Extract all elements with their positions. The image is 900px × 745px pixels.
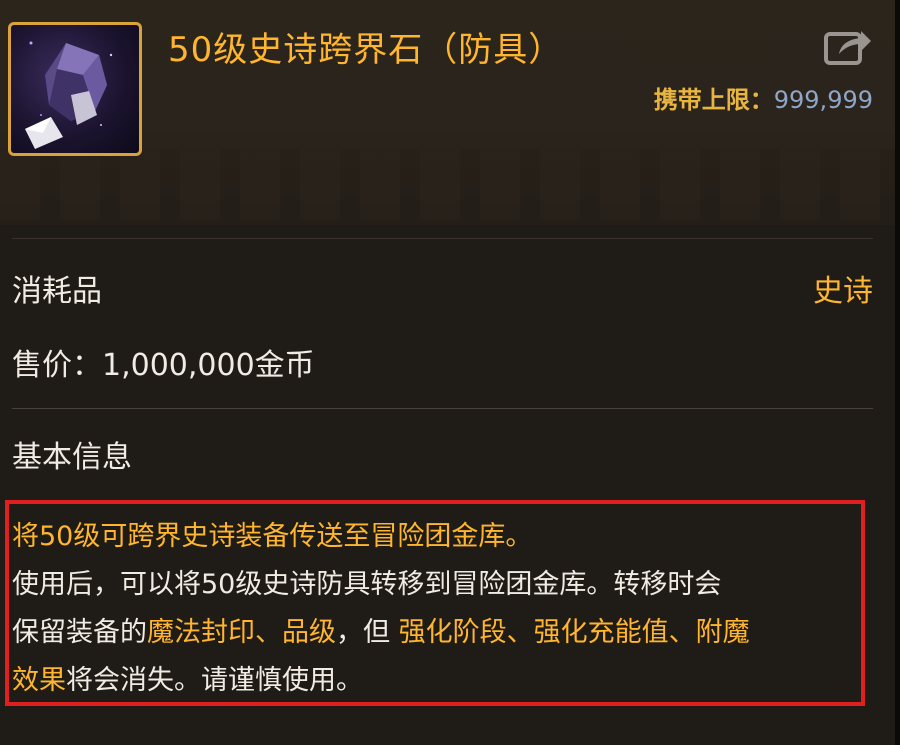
item-tooltip-panel: 50级史诗跨界石（防具） 携带上限：999,999 消耗品 史诗 售价：1,00… <box>0 0 900 745</box>
item-category: 消耗品 <box>12 274 102 309</box>
item-type-row: 消耗品 史诗 <box>12 266 873 309</box>
description-text: ，但 <box>336 617 399 648</box>
carry-limit-value: 999,999 <box>773 86 873 114</box>
item-rarity: 史诗 <box>813 274 873 309</box>
description-line: 将50级可跨界史诗装备传送至冒险团金库。 <box>12 521 533 552</box>
description-highlight: 效果 <box>12 665 66 696</box>
description-text: 保留装备的 <box>12 617 147 648</box>
item-price: 售价：1,000,000金币 <box>12 348 315 383</box>
header-background-band <box>0 150 895 220</box>
carry-limit-label: 携带上限： <box>653 86 774 114</box>
item-title: 50级史诗跨界石（防具） <box>168 30 564 70</box>
basic-info-title: 基本信息 <box>12 440 132 475</box>
carry-limit: 携带上限：999,999 <box>654 80 873 115</box>
divider <box>12 408 873 409</box>
description-text: 将会消失。请谨慎使用。 <box>66 665 363 696</box>
description-highlight: 魔法封印、品级 <box>147 617 336 648</box>
description-line: 效果将会消失。请谨慎使用。 <box>12 658 363 697</box>
crystal-stone-icon <box>8 22 142 156</box>
description-line: 使用后，可以将50级史诗防具转移到冒险团金库。转移时会 <box>12 569 722 600</box>
description-line: 保留装备的魔法封印、品级，但 强化阶段、强化充能值、附魔 <box>12 610 750 649</box>
divider <box>12 238 873 239</box>
share-icon[interactable] <box>823 24 873 66</box>
description-highlight: 强化阶段、强化充能值、附魔 <box>398 617 750 648</box>
